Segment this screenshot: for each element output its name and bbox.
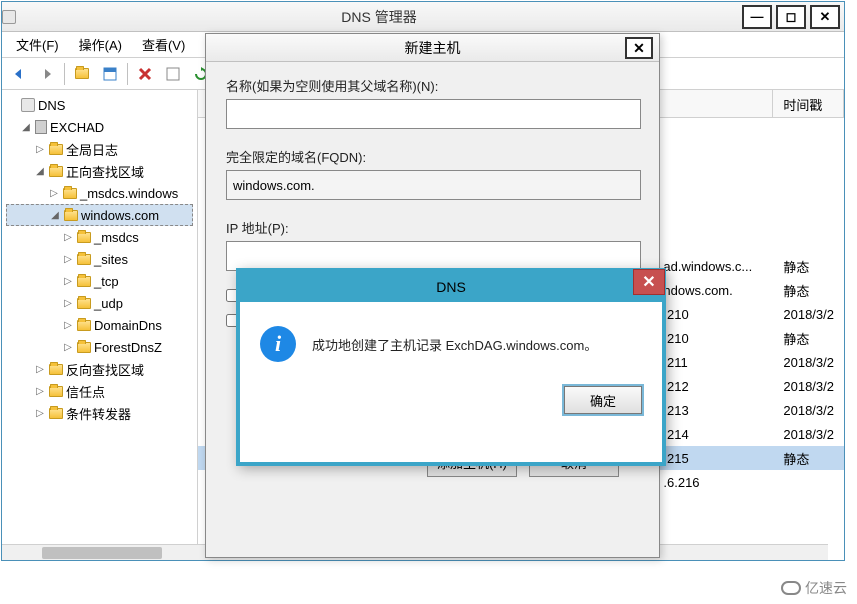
tree-label: _msdcs.windows	[80, 186, 178, 201]
name-label: 名称(如果为空则使用其父域名称)(N):	[226, 76, 639, 95]
tree-label: 信任点	[66, 382, 105, 401]
watermark: 亿速云	[781, 578, 847, 598]
name-input[interactable]	[226, 99, 641, 129]
msgbox-message: 成功地创建了主机记录 ExchDAG.windows.com。	[312, 335, 597, 354]
tree-panel[interactable]: DNS ◢EXCHAD ▷全局日志 ◢正向查找区域 ▷_msdcs.window…	[2, 90, 198, 560]
fqdn-label: 完全限定的域名(FQDN):	[226, 147, 639, 166]
dialog-close-button[interactable]: ✕	[625, 37, 653, 59]
ip-input[interactable]	[226, 241, 641, 271]
fqdn-input[interactable]	[226, 170, 641, 200]
toolbar-separator	[127, 63, 128, 85]
tree-label: 条件转发器	[66, 404, 131, 423]
properties-icon[interactable]	[160, 61, 186, 87]
new-icon[interactable]	[69, 61, 95, 87]
tree-label: EXCHAD	[50, 120, 104, 135]
watermark-text: 亿速云	[805, 578, 847, 598]
nav-back-icon[interactable]	[6, 61, 32, 87]
title-bar: DNS 管理器 — ◻ ✕	[2, 2, 844, 32]
dialog-title-bar: 新建主机 ✕	[206, 34, 659, 62]
msgbox-close-button[interactable]: ✕	[633, 269, 665, 295]
tree-windows-com[interactable]: ◢windows.com	[6, 204, 193, 226]
window-title: DNS 管理器	[16, 7, 742, 27]
ip-label: IP 地址(P):	[226, 218, 639, 237]
menu-file[interactable]: 文件(F)	[6, 32, 69, 57]
delete-icon[interactable]	[132, 61, 158, 87]
tree-label: ForestDnsZ	[94, 340, 162, 355]
dns-message-box: DNS ✕ i 成功地创建了主机记录 ExchDAG.windows.com。 …	[236, 268, 666, 466]
tree-label: windows.com	[81, 208, 159, 223]
tree-label: _msdcs	[94, 230, 139, 245]
col-host[interactable]	[653, 90, 773, 117]
tree-forestdns[interactable]: ▷ForestDnsZ	[6, 336, 193, 358]
tree-msdcs-win[interactable]: ▷_msdcs.windows	[6, 182, 193, 204]
tree-label: 反向查找区域	[66, 360, 144, 379]
watermark-icon	[781, 581, 801, 595]
tree-trust[interactable]: ▷信任点	[6, 380, 193, 402]
tree-global-log[interactable]: ▷全局日志	[6, 138, 193, 160]
ok-button[interactable]: 确定	[564, 386, 642, 414]
tree-tcp[interactable]: ▷_tcp	[6, 270, 193, 292]
tree-label: DNS	[38, 98, 65, 113]
app-icon	[2, 10, 16, 24]
tree-label: _udp	[94, 296, 123, 311]
tree-msdcs[interactable]: ▷_msdcs	[6, 226, 193, 248]
msgbox-title: DNS	[436, 279, 466, 295]
minimize-button[interactable]: —	[742, 5, 772, 29]
tree-label: _tcp	[94, 274, 119, 289]
msgbox-title-bar: DNS ✕	[240, 272, 662, 302]
tree-dns-root[interactable]: DNS	[6, 94, 193, 116]
info-icon: i	[260, 326, 296, 362]
close-button[interactable]: ✕	[810, 5, 840, 29]
tree-rev-zone[interactable]: ▷反向查找区域	[6, 358, 193, 380]
tree-sites[interactable]: ▷_sites	[6, 248, 193, 270]
tree-cond-fwd[interactable]: ▷条件转发器	[6, 402, 193, 424]
tree-label: _sites	[94, 252, 128, 267]
tree-server[interactable]: ◢EXCHAD	[6, 116, 193, 138]
menu-view[interactable]: 查看(V)	[132, 32, 195, 57]
nav-forward-icon[interactable]	[34, 61, 60, 87]
col-timestamp[interactable]: 时间戳	[773, 90, 844, 117]
tree-label: 全局日志	[66, 140, 118, 159]
scrollbar-thumb[interactable]	[42, 547, 162, 559]
maximize-button[interactable]: ◻	[776, 5, 806, 29]
dialog-title: 新建主机	[405, 38, 461, 58]
tree-label: DomainDns	[94, 318, 162, 333]
view-icon[interactable]	[97, 61, 123, 87]
toolbar-separator	[64, 63, 65, 85]
tree-domaindns[interactable]: ▷DomainDns	[6, 314, 193, 336]
tree-label: 正向查找区域	[66, 162, 144, 181]
tree-fwd-zone[interactable]: ◢正向查找区域	[6, 160, 193, 182]
menu-action[interactable]: 操作(A)	[69, 32, 132, 57]
tree-udp[interactable]: ▷_udp	[6, 292, 193, 314]
